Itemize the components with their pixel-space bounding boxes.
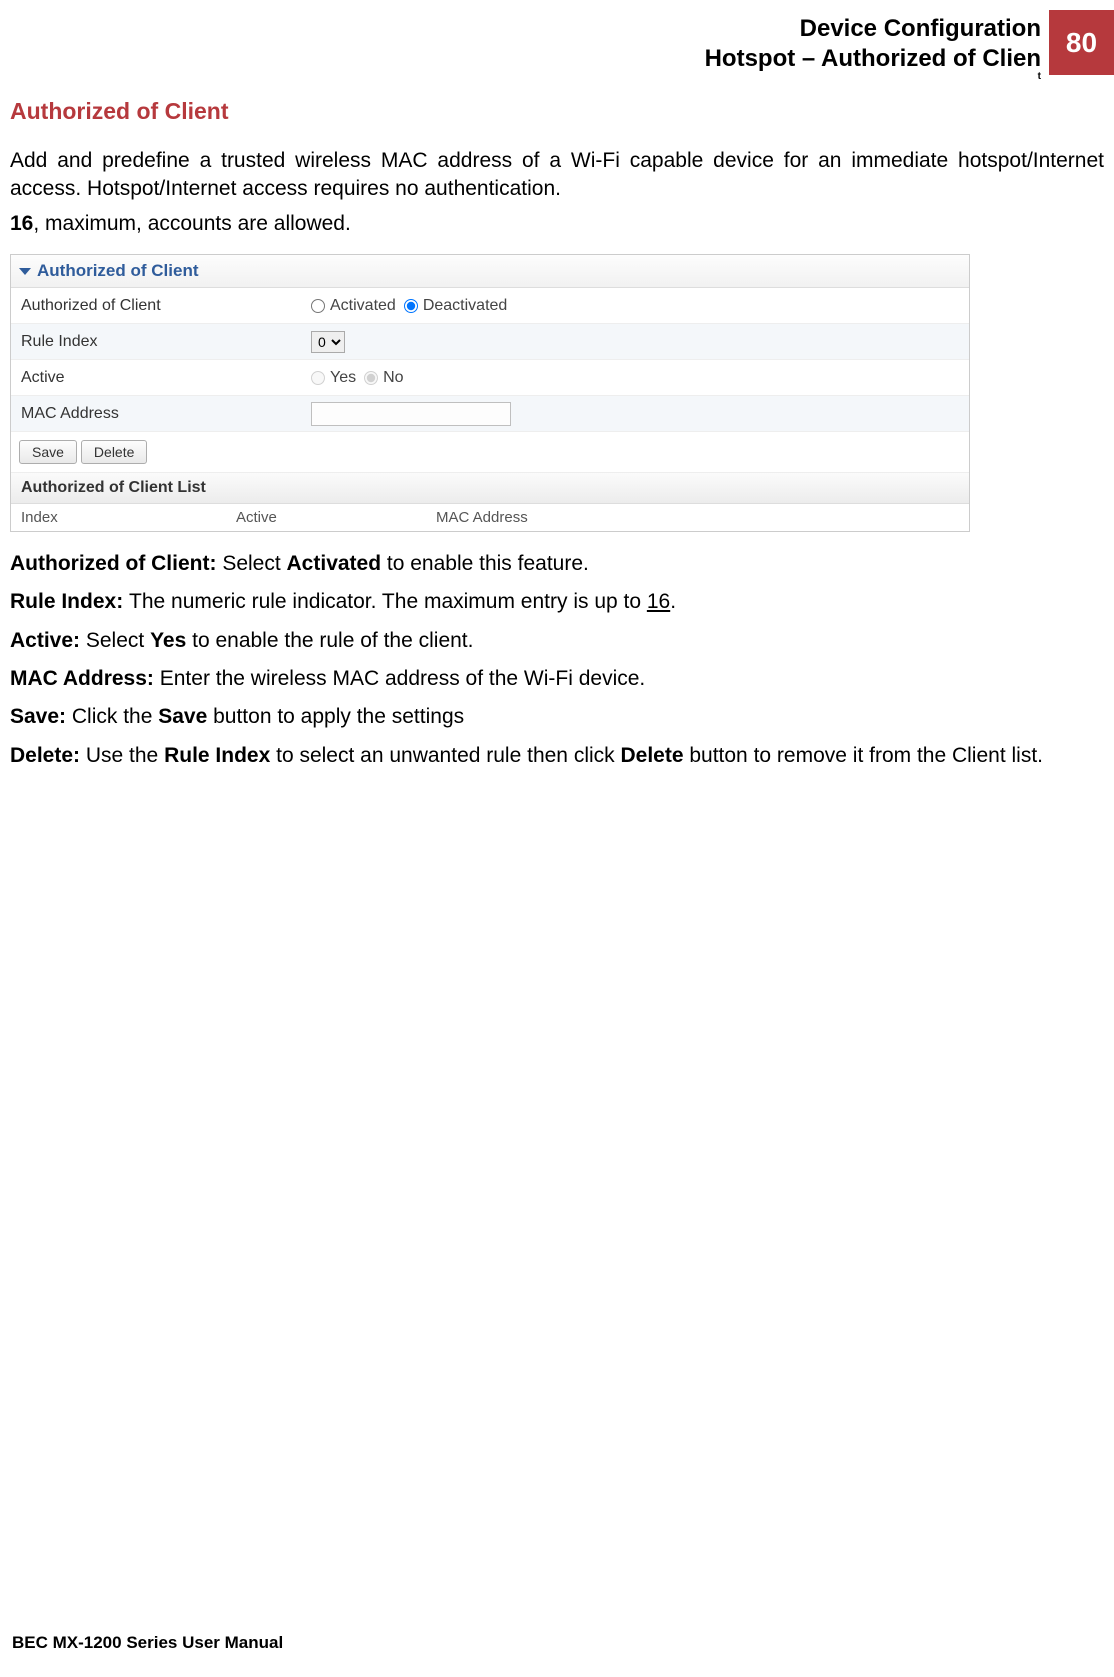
def-active: Active: Select Yes to enable the rule of… (10, 627, 1104, 655)
radio-deactivated-label[interactable]: Deactivated (404, 297, 508, 315)
max-number: 16 (10, 212, 33, 235)
intro-paragraph-2: 16, maximum, accounts are allowed. (10, 210, 1104, 238)
header-title-block: Device Configuration Hotspot – Authorize… (705, 10, 1049, 80)
authorized-label: Authorized of Client (11, 291, 301, 321)
rule-index-select[interactable]: 0 (311, 331, 345, 353)
def-authorized: Authorized of Client: Select Activated t… (10, 550, 1104, 578)
panel-header[interactable]: Authorized of Client (11, 255, 969, 288)
radio-no-text: No (383, 369, 403, 387)
radio-activated-label[interactable]: Activated (311, 297, 396, 315)
col-active: Active (226, 504, 426, 531)
delete-button[interactable]: Delete (81, 440, 147, 464)
def-rule-index: Rule Index: The numeric rule indicator. … (10, 588, 1104, 616)
section-title: Authorized of Client (10, 98, 1104, 125)
footer-text: BEC MX-1200 Series User Manual (12, 1633, 283, 1653)
active-label: Active (11, 363, 301, 393)
list-header-row: Index Active MAC Address (11, 504, 969, 531)
col-index: Index (11, 504, 226, 531)
radio-yes-text: Yes (330, 369, 356, 387)
radio-yes-label[interactable]: Yes (311, 369, 356, 387)
chevron-down-icon (19, 268, 31, 275)
radio-deactivated-text: Deactivated (423, 297, 508, 315)
row-authorized: Authorized of Client Activated Deactivat… (11, 288, 969, 324)
page-number-badge: 80 (1049, 10, 1114, 75)
def-save: Save: Click the Save button to apply the… (10, 703, 1104, 731)
button-row: Save Delete (11, 432, 969, 473)
list-subheader: Authorized of Client List (11, 473, 969, 504)
row-mac: MAC Address (11, 396, 969, 432)
header-line2: Hotspot – Authorized of Clien (705, 44, 1041, 74)
config-panel: Authorized of Client Authorized of Clien… (10, 254, 970, 532)
row-active: Active Yes No (11, 360, 969, 396)
mac-label: MAC Address (11, 399, 301, 429)
page-number: 80 (1066, 27, 1097, 59)
radio-no-label[interactable]: No (364, 369, 403, 387)
max-text: , maximum, accounts are allowed. (33, 212, 350, 235)
col-mac: MAC Address (426, 504, 969, 531)
def-delete: Delete: Use the Rule Index to select an … (10, 742, 1104, 770)
radio-deactivated[interactable] (404, 299, 418, 313)
radio-activated-text: Activated (330, 297, 396, 315)
radio-no[interactable] (364, 371, 378, 385)
main-content: Authorized of Client Add and predefine a… (0, 80, 1114, 770)
radio-activated[interactable] (311, 299, 325, 313)
header-line1: Device Configuration (705, 14, 1041, 44)
def-mac: MAC Address: Enter the wireless MAC addr… (10, 665, 1104, 693)
row-rule-index: Rule Index 0 (11, 324, 969, 360)
definitions: Authorized of Client: Select Activated t… (10, 550, 1104, 770)
page-header: Device Configuration Hotspot – Authorize… (0, 0, 1114, 80)
rule-index-label: Rule Index (11, 327, 301, 357)
radio-yes[interactable] (311, 371, 325, 385)
header-line3: t (705, 74, 1041, 80)
mac-input[interactable] (311, 402, 511, 426)
panel-header-title: Authorized of Client (37, 261, 198, 281)
intro-paragraph-1: Add and predefine a trusted wireless MAC… (10, 147, 1104, 204)
save-button[interactable]: Save (19, 440, 77, 464)
authorized-controls: Activated Deactivated (301, 293, 517, 319)
